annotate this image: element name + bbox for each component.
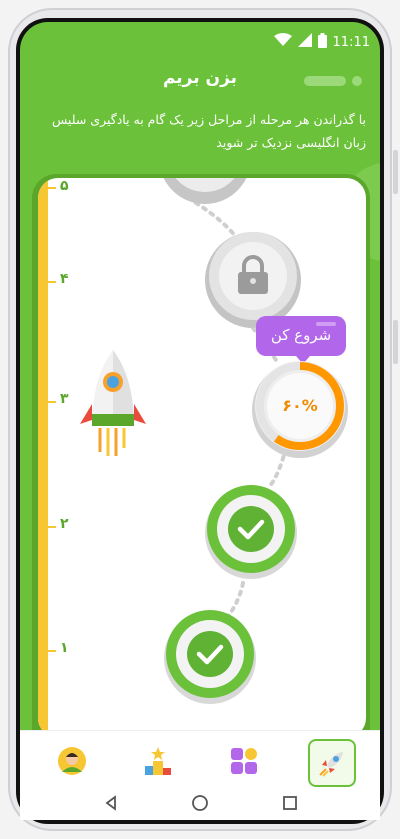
avatar-icon — [58, 747, 86, 775]
lock-icon — [205, 232, 301, 328]
rocket-illustration — [78, 348, 148, 460]
volume-button — [393, 150, 398, 194]
rocket-icon — [319, 752, 343, 777]
checkmark-icon — [164, 610, 256, 704]
level-node-5[interactable] — [158, 178, 253, 208]
home-icon[interactable] — [191, 794, 209, 816]
start-tooltip[interactable]: شروع کن — [256, 316, 346, 364]
level-node-4[interactable] — [203, 228, 303, 328]
nav-apps[interactable] — [222, 739, 266, 783]
header-decoration — [304, 76, 362, 86]
back-icon[interactable] — [102, 794, 120, 816]
bottom-nav — [20, 730, 380, 789]
level-node-3[interactable]: ۶۰% — [250, 358, 350, 458]
power-button — [393, 320, 398, 364]
status-bar: 11:11 — [273, 32, 370, 52]
page-description: با گذراندن هر مرحله از مراحل زیر یک گام … — [52, 112, 366, 150]
system-nav-bar — [20, 788, 380, 820]
level-node-1[interactable] — [162, 608, 258, 704]
progress-label: ۶۰% — [282, 396, 318, 415]
tooltip-label: شروع کن — [270, 326, 332, 344]
nav-profile[interactable] — [50, 739, 94, 783]
level-node-2[interactable] — [203, 483, 299, 579]
levels-card: ۵ ۴ ۳ ۲ ۱ شروع کن ۶۰% — [38, 178, 366, 738]
lock-icon — [163, 178, 247, 204]
apps-grid-icon — [231, 748, 257, 774]
wifi-icon — [273, 33, 292, 51]
recents-icon[interactable] — [281, 794, 299, 816]
signal-icon — [297, 33, 312, 51]
checkmark-icon — [205, 485, 297, 579]
nav-leaderboard[interactable] — [136, 739, 180, 783]
leaderboard-icon — [145, 747, 171, 775]
battery-icon — [317, 32, 327, 52]
nav-levels[interactable] — [308, 739, 356, 787]
status-time: 11:11 — [332, 34, 370, 50]
